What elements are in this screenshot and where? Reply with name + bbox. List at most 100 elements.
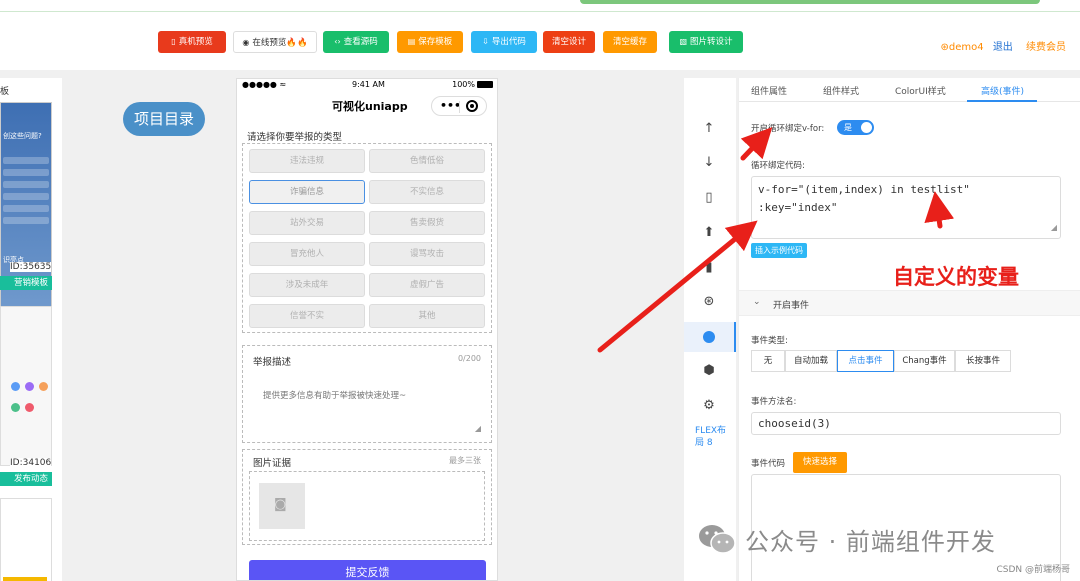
template-label[interactable]: 发布动态 <box>0 472 52 486</box>
project-catalog-button[interactable]: 项目目录 <box>123 102 205 136</box>
renew-membership-link[interactable]: 续费会员 <box>1026 42 1066 53</box>
trash-icon[interactable]: ▮ <box>684 260 734 275</box>
report-type-option[interactable]: 其他 <box>369 304 485 328</box>
arrow-up-icon[interactable]: ↑ <box>684 121 734 136</box>
events-collapse-header[interactable]: ⌄ 开启事件 <box>739 290 1080 316</box>
up-circle-icon[interactable]: ⬆ <box>684 225 734 240</box>
tab-component-props[interactable]: 组件属性 <box>751 84 787 97</box>
view-source-icon: ‹› <box>334 37 341 46</box>
resize-handle-icon[interactable]: ◢ <box>475 424 481 433</box>
events-section-title: 开启事件 <box>773 301 810 311</box>
user-name[interactable]: ⊛demo4 <box>941 42 984 53</box>
view-source-button[interactable]: ‹› 查看源码 <box>323 31 389 53</box>
template-bar <box>3 193 49 200</box>
tab-component-style[interactable]: 组件样式 <box>823 84 859 97</box>
event-code-label: 事件代码 <box>751 459 786 469</box>
report-type-option[interactable]: 诈骗信息 <box>249 180 365 204</box>
phone-preview: ●●●●● ≈ 9:41 AM 100% 可视化uniapp ••• 请选择你要… <box>236 78 498 581</box>
toolbar: ▯ 真机预览 ◉ 在线预览🔥🔥 ‹› 查看源码 ▤ 保存模板 ⇩ 导出代码 清空设计 清空缓存 ▧ 图片转… <box>0 12 1080 70</box>
report-type-option[interactable]: 虚假广告 <box>369 273 485 297</box>
watermark: 公众号 · 前端组件开发 <box>697 519 1057 559</box>
report-type-option[interactable]: 信誉不实 <box>249 304 365 328</box>
description-title: 举报描述 <box>253 357 292 368</box>
event-type-option[interactable]: 无 <box>751 350 785 372</box>
quick-select-button[interactable]: 快速选择 <box>793 452 848 473</box>
online-preview-icon: ◉ <box>242 38 250 47</box>
clear-cache-button[interactable]: 清空缓存 <box>603 31 657 53</box>
user-area: ⊛demo4 退出 续费会员 <box>941 38 1067 53</box>
online-preview-button[interactable]: ◉ 在线预览🔥🔥 <box>233 31 317 53</box>
mini-program-capsule[interactable]: ••• <box>431 96 487 116</box>
template-label[interactable]: 营销模板 <box>0 276 52 290</box>
active-circle-icon[interactable] <box>703 331 715 343</box>
report-type-option[interactable]: 违法违规 <box>249 149 365 173</box>
clear-design-button[interactable]: 清空设计 <box>543 31 595 53</box>
event-type-option[interactable]: 点击事件 <box>837 350 894 372</box>
save-template-button[interactable]: ▤ 保存模板 <box>397 31 463 53</box>
signal-icon: ●●●●● ≈ <box>242 80 287 89</box>
loop-code-textarea[interactable]: v-for="(item,index) in testlist" :key="i… <box>751 176 1061 239</box>
properties-panel: 组件属性 组件样式 ColorUI样式 高级(事件) 开启循环绑定v-for: … <box>738 78 1080 581</box>
camera-icon: ◙ <box>274 497 287 512</box>
template-icon <box>39 382 48 391</box>
report-type-option[interactable]: 不实信息 <box>369 180 485 204</box>
event-type-option[interactable]: Chang事件 <box>894 350 955 372</box>
evidence-hint: 最多三张 <box>449 456 481 465</box>
toolbar-button-label: 真机预览 <box>178 37 213 47</box>
copy-icon[interactable]: ▯ <box>684 190 734 205</box>
tab-advanced-events[interactable]: 高级(事件) <box>981 84 1024 97</box>
description-counter: 0/200 <box>457 354 481 363</box>
template-card-post[interactable] <box>0 306 52 466</box>
report-type-title: 请选择你要举报的类型 <box>247 132 343 143</box>
export-code-button[interactable]: ⇩ 导出代码 <box>471 31 537 53</box>
report-type-option[interactable]: 售卖假货 <box>369 211 485 235</box>
loading-indicator <box>580 0 1040 4</box>
upload-image-button[interactable]: ◙ <box>259 483 305 529</box>
report-type-option[interactable]: 冒充他人 <box>249 242 365 266</box>
logout-link[interactable]: 退出 <box>993 42 1013 53</box>
toolbar-button-label: 清空缓存 <box>612 37 647 47</box>
insert-example-button[interactable]: 插入示例代码 <box>751 243 807 258</box>
event-type-option[interactable]: 长按事件 <box>955 350 1011 372</box>
report-type-option[interactable]: 色情低俗 <box>369 149 485 173</box>
user-icon: ⊛ <box>940 42 949 53</box>
loop-binding-label: 开启循环绑定v-for: <box>751 124 825 134</box>
template-card[interactable] <box>0 498 52 581</box>
flex-layout-item[interactable]: FLEX布局 8 <box>695 425 726 449</box>
toolbar-button-label: 查看源码 <box>343 37 378 47</box>
event-type-label: 事件类型: <box>751 336 788 346</box>
status-time: 9:41 AM <box>352 80 385 89</box>
template-bar <box>3 181 49 188</box>
description-textarea[interactable]: 提供更多信息有助于举报被快速处理~ ◢ <box>249 377 485 437</box>
submit-feedback-button[interactable]: 提交反馈 <box>249 560 486 580</box>
csdn-credit: CSDN @前端杨哥 <box>996 565 1070 575</box>
aperture-icon[interactable]: ⊛ <box>684 294 734 309</box>
real-device-preview-button[interactable]: ▯ 真机预览 <box>158 31 226 53</box>
template-bar <box>3 157 49 164</box>
event-type-option[interactable]: 自动加载 <box>785 350 837 372</box>
loop-binding-toggle[interactable]: 是 <box>837 120 874 135</box>
tab-colorui-style[interactable]: ColorUI样式 <box>895 84 946 97</box>
angular-icon[interactable]: ⬢ <box>684 363 734 378</box>
more-icon[interactable]: ••• <box>440 99 461 112</box>
report-type-option[interactable]: 谩骂攻击 <box>369 242 485 266</box>
export-code-icon: ⇩ <box>482 37 489 46</box>
method-name-input[interactable]: chooseid(3) <box>751 412 1061 435</box>
close-target-icon[interactable] <box>466 100 478 112</box>
report-type-option[interactable]: 站外交易 <box>249 211 365 235</box>
template-icon <box>25 403 34 412</box>
template-bar <box>3 217 49 224</box>
capsule-divider <box>459 101 460 113</box>
image-to-design-button[interactable]: ▧ 图片转设计 <box>669 31 743 53</box>
toolbar-button-label: 在线预览🔥🔥 <box>252 38 308 48</box>
gear-icon[interactable]: ⚙ <box>684 398 734 413</box>
template-icon <box>11 403 20 412</box>
resize-handle-icon[interactable]: ◢ <box>1051 219 1057 237</box>
toggle-knob <box>861 122 872 133</box>
real-device-preview-icon: ▯ <box>171 37 176 46</box>
report-type-option[interactable]: 涉及未成年 <box>249 273 365 297</box>
toolbar-button-label: 保存模板 <box>418 37 453 47</box>
arrow-down-icon[interactable]: ↓ <box>684 155 734 170</box>
properties-tabs: 组件属性 组件样式 ColorUI样式 高级(事件) <box>739 78 1080 102</box>
battery-indicator: 100% <box>452 80 493 89</box>
